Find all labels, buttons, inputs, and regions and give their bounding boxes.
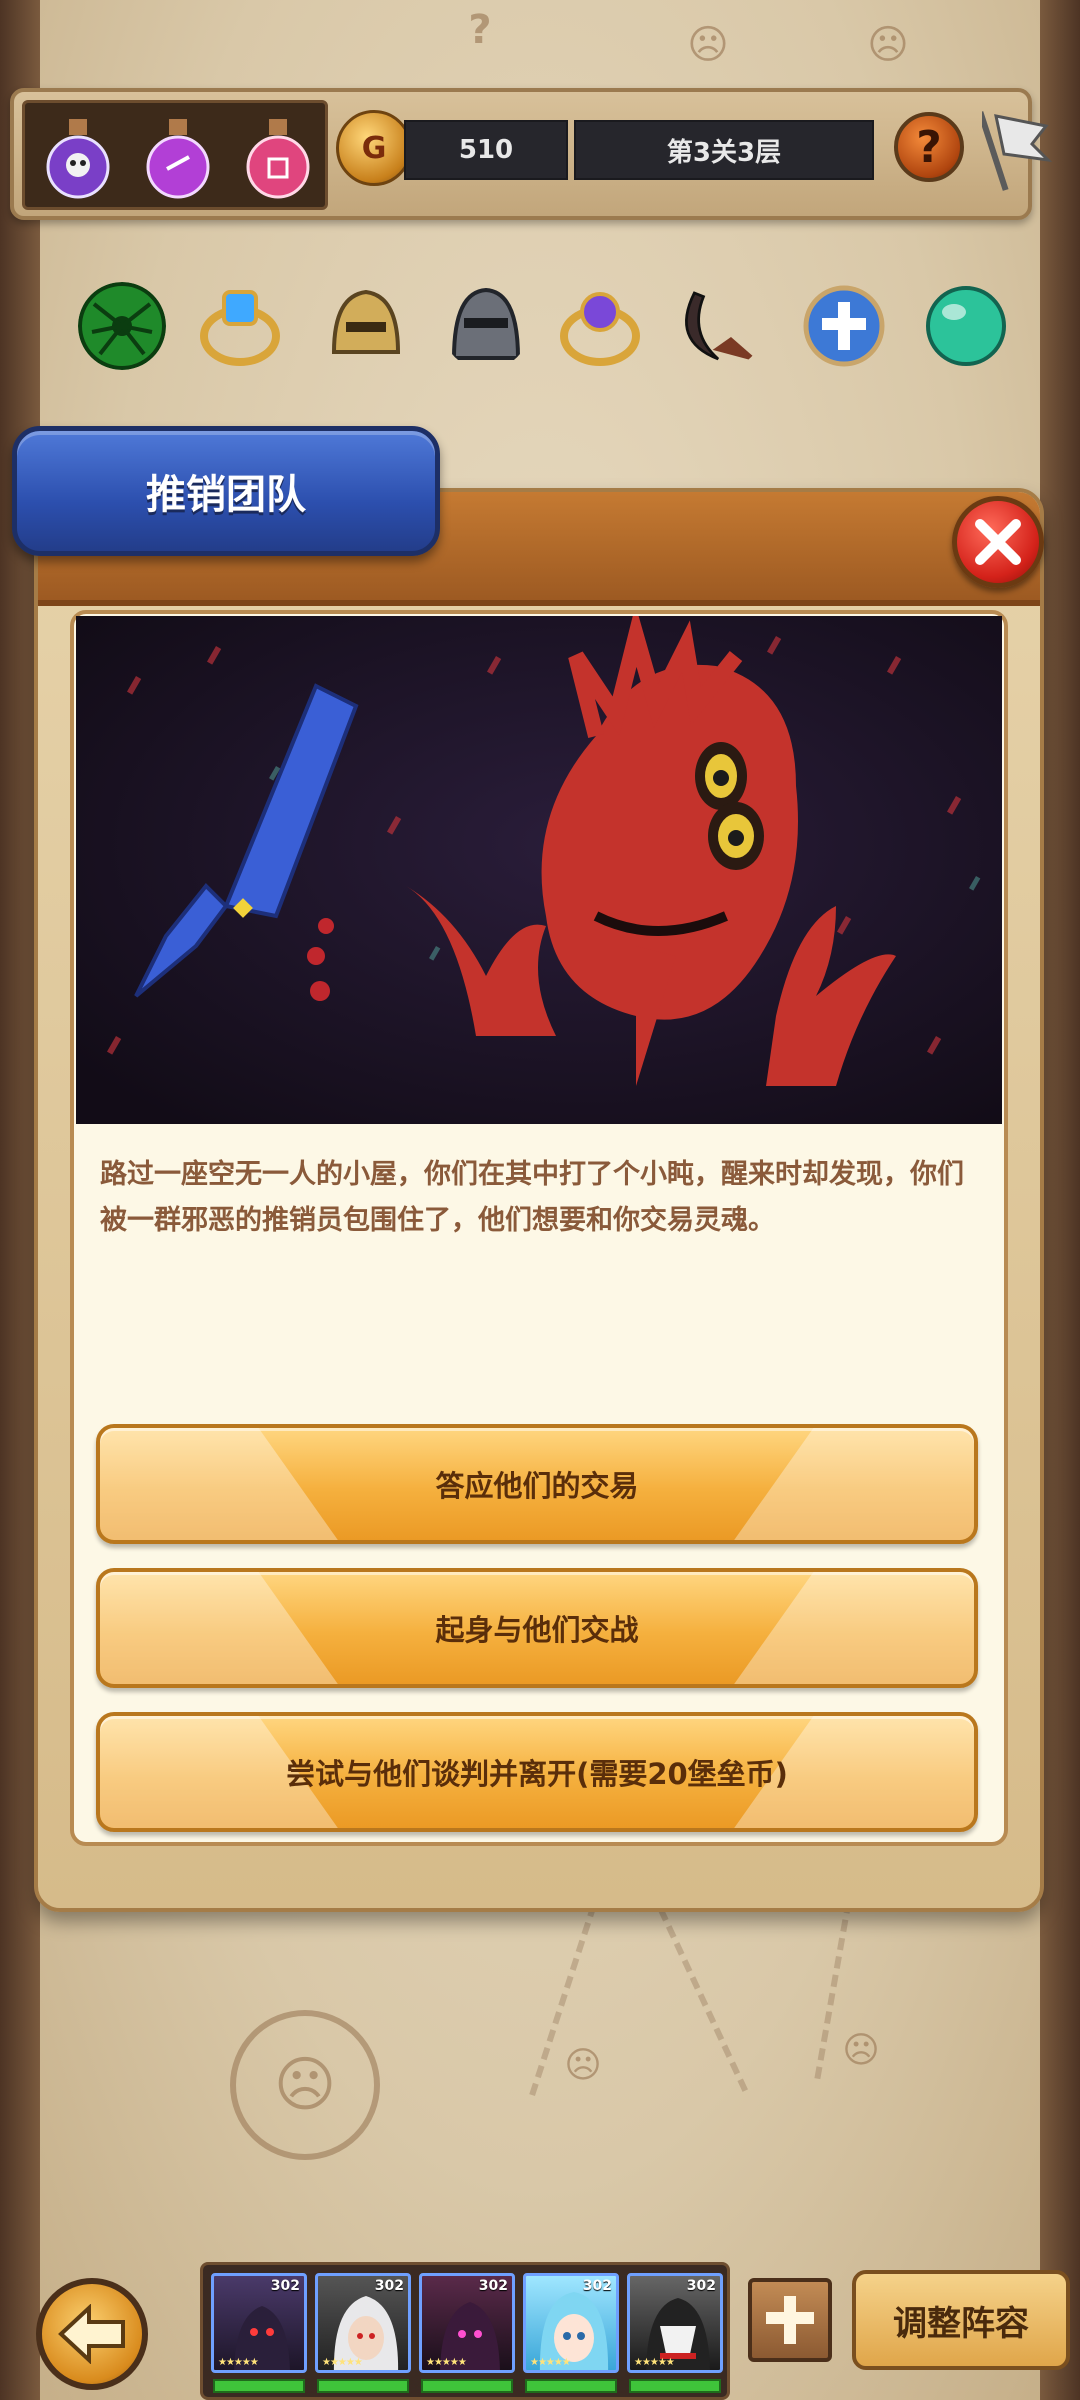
hero-stars: ★★★★★ <box>530 2357 571 2368</box>
hero-card[interactable]: 302 ★★★★★ <box>627 2273 723 2373</box>
hero-card[interactable]: 302 ★★★★★ <box>315 2273 411 2373</box>
close-icon <box>975 519 1021 565</box>
plus-icon <box>766 2296 814 2344</box>
purple-ring-icon[interactable] <box>556 282 644 370</box>
back-button[interactable] <box>36 2278 148 2390</box>
hero-level: 302 <box>686 2278 716 2294</box>
hero-hp-bar <box>629 2379 721 2393</box>
help-button[interactable]: ? <box>894 112 964 182</box>
gold-amount: 510 <box>404 120 568 180</box>
mystery-node-icon[interactable]: ? <box>440 0 520 60</box>
event-illustration <box>76 616 1002 1124</box>
event-title: 推销团队 <box>146 472 306 518</box>
hero-stars: ★★★★★ <box>322 2357 363 2368</box>
hero-hp-bar <box>525 2379 617 2393</box>
back-arrow-icon <box>58 2304 125 2364</box>
steel-helmet-icon[interactable] <box>442 282 530 370</box>
surrender-flag-icon[interactable] <box>982 104 1052 194</box>
pink-potion-icon[interactable] <box>239 117 317 201</box>
hero-hp-bar <box>317 2379 409 2393</box>
add-hero-button[interactable] <box>748 2278 832 2362</box>
spider-emblem-icon[interactable] <box>78 282 166 370</box>
choice-negotiate-button[interactable]: 尝试与他们谈判并离开(需要20堡垒币) <box>96 1712 978 1832</box>
hero-stars: ★★★★★ <box>218 2357 259 2368</box>
map-frame-right <box>1040 0 1080 2400</box>
hero-level: 302 <box>478 2278 508 2294</box>
hero-hp-bar <box>213 2379 305 2393</box>
holy-shield-icon[interactable] <box>798 282 886 370</box>
hero-card[interactable]: 302 ★★★★★ <box>211 2273 307 2373</box>
devil-node-icon[interactable]: ☹ <box>848 10 928 80</box>
blue-gem-ring-icon[interactable] <box>196 282 284 370</box>
gold-coin-letter: G <box>361 130 387 166</box>
help-icon: ? <box>916 121 942 173</box>
hero-level: 302 <box>582 2278 612 2294</box>
event-description: 路过一座空无一人的小屋，你们在其中打了个小盹，醒来时却发现，你们被一群邪恶的推销… <box>100 1159 964 1236</box>
close-button[interactable] <box>952 496 1044 588</box>
hero-level: 302 <box>374 2278 404 2294</box>
event-title-tab: 推销团队 <box>12 426 440 556</box>
devil-node-icon[interactable]: ☹ <box>548 2030 618 2100</box>
hero-hp-bar <box>421 2379 513 2393</box>
choice-label: 答应他们的交易 <box>435 1469 639 1503</box>
hero-stars: ★★★★★ <box>634 2357 675 2368</box>
adjust-formation-button[interactable]: 调整阵容 <box>852 2270 1070 2370</box>
gold-coin-icon: G <box>336 110 412 186</box>
hero-level: 302 <box>270 2278 300 2294</box>
scythe-icon[interactable] <box>676 282 764 370</box>
formation-label: 调整阵容 <box>893 2303 1029 2344</box>
choice-label: 尝试与他们谈判并离开(需要20堡垒币) <box>286 1757 788 1791</box>
devil-node-icon[interactable]: ☹ <box>826 2015 896 2085</box>
purple-potion-icon[interactable] <box>139 117 217 201</box>
level-indicator: 第3关3层 <box>574 120 874 180</box>
gold-helmet-icon[interactable] <box>322 282 410 370</box>
devil-node-icon[interactable]: ☹ <box>668 10 748 80</box>
potion-slots <box>22 100 328 210</box>
hero-card[interactable]: 302 ★★★★★ <box>523 2273 619 2373</box>
team-roster: 302 ★★★★★ 302 ★★★★★ 302 ★★★★★ 302 ★★★★★ <box>200 2262 730 2400</box>
hero-card[interactable]: 302 ★★★★★ <box>419 2273 515 2373</box>
green-orb-icon[interactable] <box>922 282 1010 370</box>
choice-accept-trade-button[interactable]: 答应他们的交易 <box>96 1424 978 1544</box>
hero-stars: ★★★★★ <box>426 2357 467 2368</box>
top-status-bar: G 510 第3关3层 ? <box>10 88 1052 220</box>
choice-fight-button[interactable]: 起身与他们交战 <box>96 1568 978 1688</box>
devil-node-icon[interactable]: ☹ <box>230 2010 380 2160</box>
skull-potion-icon[interactable] <box>39 117 117 201</box>
choice-label: 起身与他们交战 <box>435 1613 639 1647</box>
